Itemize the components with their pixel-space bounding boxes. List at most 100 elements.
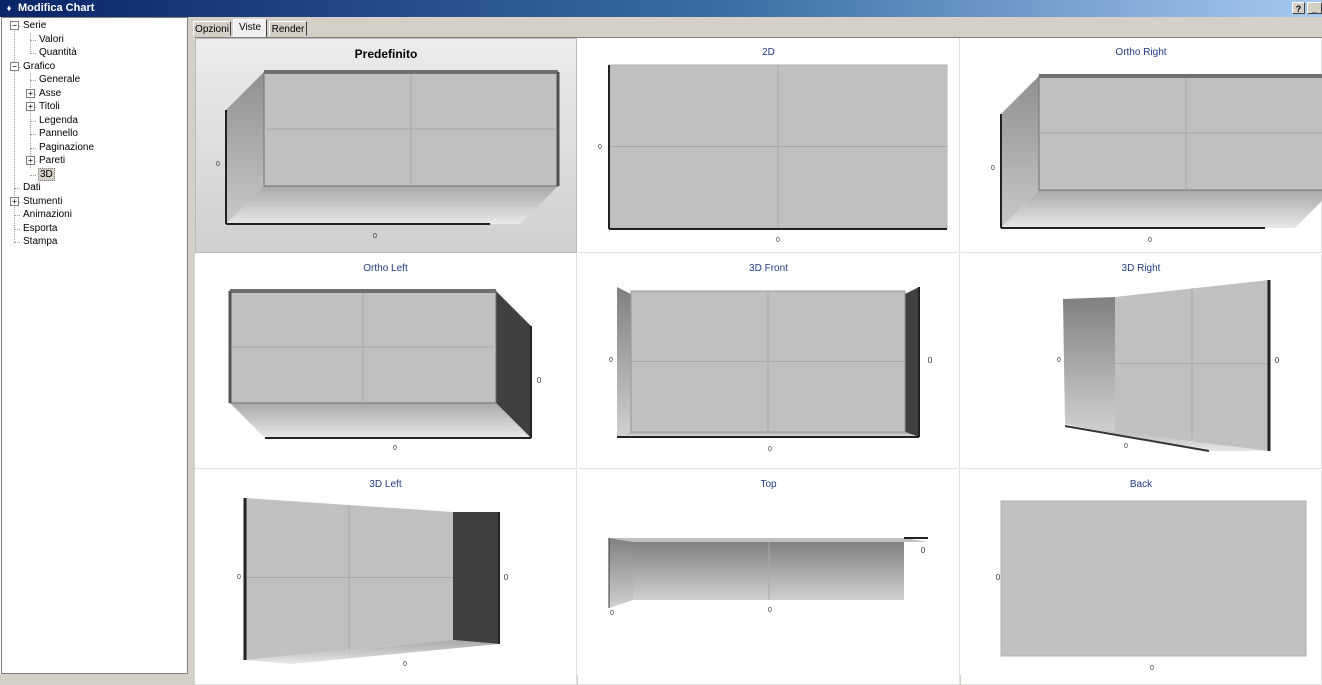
- tree-item-asse[interactable]: Asse: [38, 87, 62, 100]
- view-option-ortho-left[interactable]: 0 0 Ortho Left: [195, 254, 577, 469]
- axis-label-left: 0: [609, 357, 613, 364]
- views-grid: 0 0 Predefinito 0 0 2D 0 0 Ortho Right 0 0 Ortho Le…: [195, 37, 1322, 685]
- tab-opzioni[interactable]: Opzioni: [193, 21, 231, 36]
- tree-connector-line: [14, 215, 20, 216]
- tree-connector-line: [14, 188, 20, 189]
- plot-area: [1000, 500, 1307, 657]
- tree-item-animazioni[interactable]: Animazioni: [22, 208, 73, 221]
- view-option-3d-left[interactable]: 0 0 0 3D Left: [195, 470, 577, 685]
- view-title: 2D: [762, 47, 775, 58]
- tree-item-stampa[interactable]: Stampa: [22, 235, 58, 248]
- tree-item-grafico[interactable]: Grafico: [22, 60, 56, 73]
- tree-item-quantit-[interactable]: Quantità: [38, 46, 78, 59]
- tree-connector-line: [30, 53, 36, 54]
- tree-item-generale[interactable]: Generale: [38, 73, 81, 86]
- tree-item-label: Valori: [39, 33, 64, 45]
- tree-item-label: Titoli: [39, 101, 60, 112]
- view-preview: 0 0 0: [237, 498, 509, 668]
- tree-item-pannello[interactable]: Pannello: [38, 127, 79, 140]
- left-wall: [1063, 297, 1115, 432]
- title-bar: ♦ Modifica Chart ? _: [0, 0, 1322, 17]
- floor: [230, 403, 531, 438]
- tree-item-serie[interactable]: Serie: [22, 19, 47, 32]
- expand-icon[interactable]: +: [26, 156, 35, 165]
- left-wall: [609, 538, 633, 608]
- tree-item-label: Dati: [23, 182, 41, 193]
- view-preview: 0 0 0: [608, 537, 928, 617]
- navigation-panel: − Serie Valori Quantità − Grafico Generale + Ass…: [0, 17, 188, 674]
- tree-item-label: Asse: [39, 87, 62, 99]
- tree-item-legenda[interactable]: Legenda: [38, 114, 79, 127]
- content-area: Opzioni Viste Render 0 0 Predefinito 0 0 2D 0 0 Or…: [190, 17, 1322, 685]
- tree-item-label: Quantità: [39, 47, 77, 58]
- floor: [1001, 190, 1322, 228]
- expand-icon[interactable]: +: [26, 102, 35, 111]
- view-title: 3D Front: [749, 263, 788, 274]
- tree-item-label: Paginazione: [39, 141, 95, 153]
- view-title: Predefinito: [354, 47, 418, 61]
- tree-item-label: Stumenti: [23, 195, 63, 207]
- tree-connector-line: [14, 26, 15, 242]
- axis-label-bottom: 0: [768, 607, 772, 614]
- view-preview: 00: [228, 289, 542, 452]
- axis-label-bottom: 0: [393, 445, 397, 452]
- axis-label-left: 0: [216, 161, 220, 168]
- axis-label-right: 0: [1275, 356, 1280, 365]
- view-option-back[interactable]: 0 0 Back: [961, 470, 1322, 685]
- tree-item-label: Generale: [39, 74, 81, 85]
- tree-item-label: 3D: [38, 167, 55, 181]
- collapse-icon[interactable]: −: [10, 61, 19, 71]
- tree-connector-line: [30, 32, 31, 54]
- top-rim: [609, 538, 928, 542]
- axis-label-right: 0: [928, 356, 933, 365]
- expand-icon[interactable]: +: [26, 88, 35, 98]
- view-option-3d-right[interactable]: 0 0 0 3D Right: [961, 254, 1322, 469]
- view-preview: 0 0 0: [609, 287, 933, 453]
- tree-item-titoli[interactable]: Titoli: [38, 100, 61, 113]
- help-button[interactable]: ?: [1292, 2, 1305, 14]
- view-title: 3D Left: [369, 479, 402, 490]
- view-preview: 0 0 0: [1057, 280, 1280, 452]
- tree-connector-line: [30, 120, 36, 122]
- tree-item-label: Esporta: [23, 222, 58, 234]
- tree-item-pareti[interactable]: Pareti: [38, 154, 66, 167]
- view-preview: 00: [991, 74, 1322, 244]
- axis-label-right: 0: [921, 546, 926, 555]
- axis-label-bottom: 0: [768, 446, 772, 453]
- tree-item-stumenti[interactable]: Stumenti: [22, 195, 63, 208]
- view-preview: 00: [216, 70, 560, 240]
- view-option-top[interactable]: 0 0 0 Top: [578, 470, 960, 685]
- view-option-3d-front[interactable]: 0 0 0 3D Front: [578, 254, 960, 469]
- tree-item-paginazione[interactable]: Paginazione: [38, 141, 95, 154]
- minimize-button[interactable]: _: [1307, 2, 1322, 14]
- axis-label-right: 0: [537, 376, 542, 385]
- tree-item-esporta[interactable]: Esporta: [22, 222, 58, 235]
- axis-label-bottom: 0: [1148, 237, 1152, 244]
- tree-item-valori[interactable]: Valori: [38, 33, 65, 46]
- axis-label-right: 0: [504, 573, 509, 582]
- axis-label-left: 0: [991, 165, 995, 172]
- tree-item-3d[interactable]: 3D: [38, 167, 55, 181]
- axis-label-bottom: 0: [1124, 443, 1128, 450]
- tree-item-label: Pareti: [39, 155, 66, 166]
- view-option-2d[interactable]: 0 0 2D: [578, 38, 960, 253]
- axis-label-left: 0: [996, 573, 1001, 582]
- tree-connector-line: [14, 242, 20, 243]
- tree-item-label: Grafico: [23, 60, 56, 72]
- view-preview: 00: [598, 64, 948, 244]
- axis-label-left: 0: [1057, 357, 1061, 364]
- tree-item-label: Serie: [23, 20, 47, 31]
- tree-item-dati[interactable]: Dati: [22, 181, 42, 194]
- tab-viste[interactable]: Viste: [233, 19, 267, 37]
- axis-label-bottom: 0: [1150, 665, 1154, 672]
- left-wall: [617, 287, 631, 437]
- view-title: Back: [1129, 479, 1153, 490]
- view-option-ortho-right[interactable]: 0 0 Ortho Right: [961, 38, 1322, 253]
- floor: [226, 186, 558, 224]
- tree-item-label: Animazioni: [23, 209, 72, 220]
- tree-connector-line: [30, 134, 36, 135]
- view-option-predefinito[interactable]: 0 0 Predefinito: [195, 38, 577, 253]
- expand-icon[interactable]: +: [10, 196, 19, 206]
- collapse-icon[interactable]: −: [10, 21, 19, 30]
- tab-render[interactable]: Render: [269, 21, 307, 36]
